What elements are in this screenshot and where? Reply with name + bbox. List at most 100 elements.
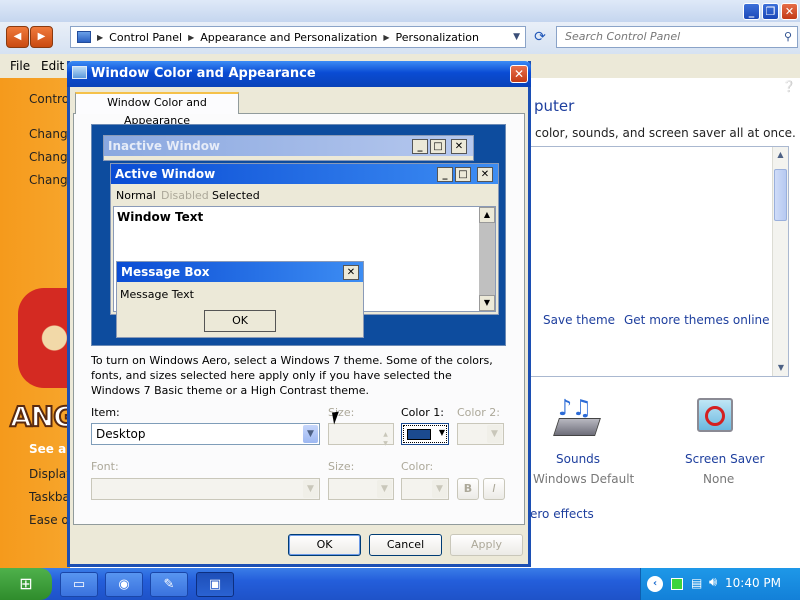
preview-window-text: Window Text [117, 210, 204, 224]
font-color-picker[interactable]: ▼ [401, 478, 449, 500]
breadcrumb-control-panel[interactable]: Control Panel [109, 31, 182, 44]
close-icon: ✕ [477, 167, 493, 182]
spin-up-icon[interactable]: ▲ [379, 425, 392, 438]
start-button[interactable]: ⊞ [0, 568, 52, 600]
scroll-down-icon[interactable]: ▼ [773, 360, 789, 376]
chevron-down-icon: ▼ [377, 480, 392, 498]
show-hidden-icons-button[interactable]: ‹ [647, 576, 663, 592]
network-icon[interactable]: ▤ [691, 576, 702, 590]
clock[interactable]: 10:40 PM [725, 576, 781, 590]
color1-label: Color 1: [401, 406, 444, 419]
preview-menu-disabled: Disabled [161, 189, 209, 202]
preview-message-box[interactable]: Message Box ✕ Message Text OK [116, 261, 364, 338]
breadcrumb-appearance[interactable]: Appearance and Personalization [200, 31, 377, 44]
page-title: puter [534, 97, 575, 115]
monitor-icon [72, 66, 87, 79]
back-button[interactable]: ◀ [6, 26, 29, 48]
maximize-icon: □ [455, 167, 471, 182]
maximize-icon: □ [430, 139, 446, 154]
volume-icon[interactable]: 🔊︎ [709, 575, 717, 590]
game-logo-text: ANG [9, 399, 77, 434]
spin-down-icon[interactable]: ▼ [379, 434, 392, 447]
font-size-select[interactable]: ▼ [328, 478, 394, 500]
taskbar-explorer-button[interactable]: ▭ [60, 572, 98, 597]
scroll-up-icon: ▲ [479, 207, 495, 223]
screen-saver-label[interactable]: Screen Saver [685, 452, 764, 466]
screen-saver-icon[interactable] [693, 396, 743, 444]
dialog-title: Window Color and Appearance [91, 66, 316, 81]
close-icon: ✕ [343, 265, 359, 280]
italic-button[interactable]: I [483, 478, 505, 500]
chevron-down-icon[interactable]: ▼ [303, 425, 318, 443]
bold-button[interactable]: B [457, 478, 479, 500]
minimize-icon: _ [437, 167, 453, 182]
font-color-label: Color: [401, 460, 434, 473]
color1-picker[interactable]: ▼ [401, 423, 449, 445]
taskbar-chrome-button[interactable]: ◉ [105, 572, 143, 597]
scroll-thumb[interactable] [774, 169, 787, 221]
chevron-down-icon: ▼ [438, 428, 445, 437]
font-size-label: Size: [328, 460, 355, 473]
preview-menu-selected: Selected [212, 189, 260, 202]
color2-label: Color 2: [457, 406, 500, 419]
dialog-close-button[interactable]: ✕ [510, 65, 528, 83]
minimize-button[interactable]: _ [743, 3, 760, 20]
ok-button[interactable]: OK [288, 534, 361, 556]
color2-picker[interactable]: ▼ [457, 423, 504, 445]
search-placeholder: Search Control Panel [565, 30, 681, 43]
size-spinner[interactable]: ▲ ▼ [328, 423, 394, 447]
search-icon[interactable]: ⚲ [784, 27, 792, 47]
get-more-themes-link[interactable]: Get more themes online [624, 313, 770, 327]
sidebar: Contro Change Change Change ANG See als … [0, 78, 77, 568]
sounds-value: Windows Default [533, 472, 635, 486]
chevron-down-icon: ▼ [487, 425, 502, 443]
close-icon: ✕ [513, 67, 525, 81]
menu-file[interactable]: File [10, 59, 30, 73]
taskbar-paint-button[interactable]: ✎ [150, 572, 188, 597]
sidebar-link-control-panel[interactable]: Contro [29, 92, 69, 106]
breadcrumb-arrow-icon: ▶ [383, 32, 390, 42]
tab-window-color[interactable]: Window Color and Appearance [75, 92, 239, 127]
control-panel-icon [77, 31, 91, 43]
theme-list-scrollbar[interactable]: ▲ ▼ [772, 147, 788, 376]
screen-saver-value: None [703, 472, 735, 486]
appearance-preview[interactable]: Inactive Window _ □ ✕ Active Window _ □ … [91, 124, 506, 346]
cancel-button[interactable]: Cancel [369, 534, 442, 556]
item-select[interactable]: Desktop ▼ [91, 423, 320, 445]
sounds-icon[interactable]: ♪♫ [550, 396, 602, 444]
item-label: Item: [91, 406, 120, 419]
breadcrumb-personalization[interactable]: Personalization [396, 31, 479, 44]
dialog-title-bar: Window Color and Appearance [67, 61, 531, 87]
preview-msgbox-text: Message Text [120, 288, 194, 301]
close-button[interactable]: ✕ [781, 3, 798, 20]
preview-scrollbar: ▲ ▼ [479, 207, 495, 311]
scroll-down-icon: ▼ [479, 295, 495, 311]
preview-inactive-window[interactable]: Inactive Window _ □ ✕ [103, 135, 474, 161]
font-select[interactable]: ▼ [91, 478, 320, 500]
monitor-icon: ▣ [208, 577, 222, 592]
theme-list[interactable]: ▲ ▼ [530, 146, 789, 377]
menu-edit[interactable]: Edit [41, 59, 64, 73]
windows-logo-icon: ⊞ [19, 574, 33, 593]
refresh-icon[interactable]: ⟳ [530, 27, 550, 47]
battery-icon[interactable] [671, 578, 683, 590]
search-input[interactable]: Search Control Panel ⚲ [556, 26, 798, 48]
scroll-up-icon[interactable]: ▲ [773, 147, 788, 163]
forward-button[interactable]: ▶ [30, 26, 53, 48]
address-dropdown-icon[interactable]: ▼ [513, 32, 520, 42]
back-arrow-icon: ◀ [13, 31, 22, 42]
maximize-button[interactable]: ❐ [762, 3, 779, 20]
chevron-down-icon: ▼ [432, 480, 447, 498]
help-icon[interactable]: ❔ [782, 80, 796, 93]
folder-icon: ▭ [72, 577, 86, 592]
save-theme-link[interactable]: Save theme [543, 313, 615, 327]
taskbar-control-panel-button[interactable]: ▣ [196, 572, 234, 597]
aero-effects-link[interactable]: ero effects [530, 507, 594, 521]
breadcrumb-arrow-icon: ▶ [188, 32, 195, 42]
sidebar-link-taskbar[interactable]: Taskba [29, 490, 70, 504]
address-bar[interactable]: ▶ Control Panel ▶ Appearance and Persona… [70, 26, 526, 48]
apply-button[interactable]: Apply [450, 534, 523, 556]
close-icon: ✕ [451, 139, 467, 154]
preview-ok-button: OK [204, 310, 276, 332]
sounds-label[interactable]: Sounds [556, 452, 600, 466]
